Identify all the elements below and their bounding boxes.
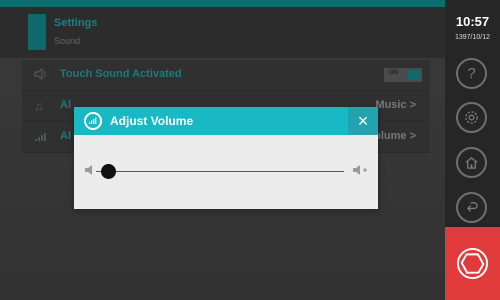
touch-sound-label: Touch Sound Activated [60,68,182,80]
dialog-header: Adjust Volume × [74,107,378,135]
settings-button[interactable] [456,102,487,133]
clock-date: 1397/10/12 [454,34,491,41]
home-button[interactable] [456,147,487,178]
volume-min-icon [85,165,92,175]
alarm-sound-value: Music > [375,99,416,111]
home-icon [464,156,479,174]
touch-sound-row[interactable]: Touch Sound Activated ON [22,60,430,91]
settings-icon [464,111,479,129]
alarm-volume-value: olume > [374,130,416,142]
volume-level-icon [84,112,102,130]
help-icon: ? [467,65,476,82]
stop-icon [456,247,489,280]
volume-bars-icon [34,130,48,144]
stop-button[interactable] [445,227,500,300]
close-icon: × [357,111,369,131]
help-button[interactable]: ? [456,58,487,89]
touch-sound-toggle[interactable]: ON [384,68,422,82]
close-button[interactable]: × [348,107,378,135]
speaker-icon [34,67,48,82]
music-note-icon: ♫ [34,99,43,113]
page-title: Settings [54,17,98,29]
page-subtitle: Sound [54,36,81,46]
toggle-knob [408,70,420,80]
adjust-volume-dialog: Adjust Volume × [74,107,378,209]
header-color-block [28,14,46,50]
alarm-volume-label: Al [60,130,71,142]
volume-max-icon [353,165,367,175]
back-icon [464,202,479,219]
clock-time: 10:57 [455,14,490,29]
back-button[interactable] [456,192,487,223]
toggle-on-text: ON [389,70,398,76]
volume-slider-thumb[interactable] [100,164,116,179]
volume-slider-track[interactable] [96,171,344,172]
alarm-sound-label: Al [60,99,71,111]
header-accent [0,0,445,7]
dialog-title: Adjust Volume [110,114,194,128]
header-bar: Settings Sound [0,0,445,58]
